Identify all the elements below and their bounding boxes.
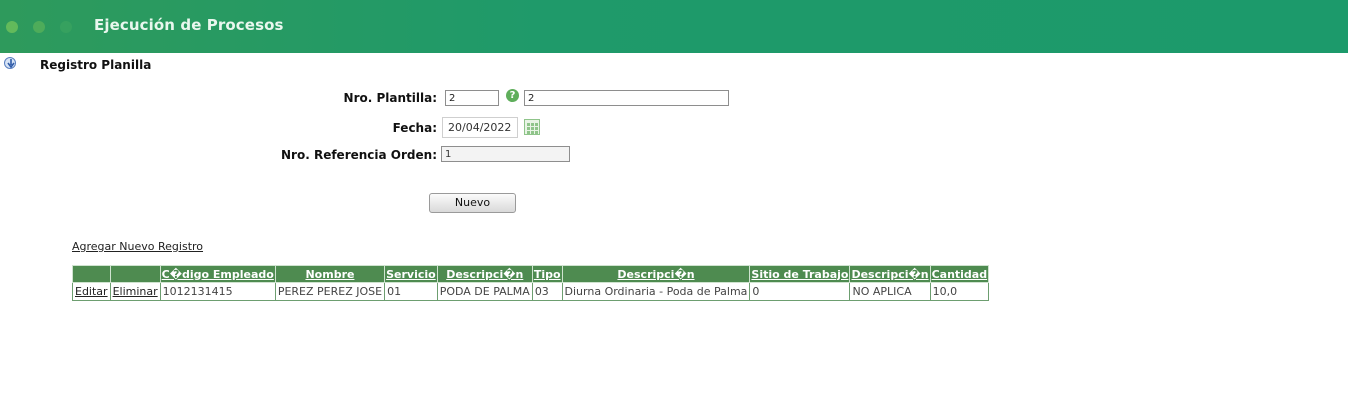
help-icon[interactable]: ? — [506, 89, 519, 102]
fecha-label: Fecha: — [392, 121, 437, 135]
add-record-link[interactable]: Agregar Nuevo Registro — [72, 240, 203, 253]
column-header-servicio[interactable]: Servicio — [384, 265, 438, 283]
cell-descripcion-sitio: NO APLICA — [849, 282, 931, 301]
collapse-arrow-icon[interactable] — [4, 57, 16, 69]
column-header-tipo[interactable]: Tipo — [531, 265, 563, 283]
window-dot-icon — [60, 21, 72, 33]
column-header — [109, 265, 161, 283]
table-header-row: C�digo Empleado Nombre Servicio Descripc… — [72, 265, 990, 283]
table-row: Editar Eliminar 1012131415 PEREZ PEREZ J… — [72, 282, 990, 301]
window-dot-icon — [33, 21, 45, 33]
cell-sitio: 0 — [749, 282, 851, 301]
column-header-cantidad[interactable]: Cantidad — [929, 265, 990, 283]
page-title: Ejecución de Procesos — [94, 16, 284, 34]
column-header — [72, 265, 111, 283]
cell-descripcion-tipo: Diurna Ordinaria - Poda de Palma — [561, 282, 751, 301]
cell-codigo: 1012131415 — [159, 282, 276, 301]
app-header: Ejecución de Procesos — [0, 0, 1348, 53]
column-header-nombre[interactable]: Nombre — [274, 265, 386, 283]
plantilla-label: Nro. Plantilla: — [343, 91, 437, 105]
referencia-label: Nro. Referencia Orden: — [281, 148, 437, 162]
column-header-descripcion-servicio[interactable]: Descripci�n — [436, 265, 533, 283]
cell-cantidad: 10,0 — [929, 282, 990, 301]
column-header-descripcion-sitio[interactable]: Descripci�n — [849, 265, 931, 283]
cell-nombre: PEREZ PEREZ JOSE — [274, 282, 386, 301]
edit-cell: Editar — [72, 282, 111, 301]
cell-descripcion-servicio: PODA DE PALMA — [436, 282, 533, 301]
cell-servicio: 01 — [384, 282, 438, 301]
records-table: C�digo Empleado Nombre Servicio Descripc… — [72, 265, 990, 301]
calendar-icon[interactable] — [524, 119, 540, 135]
column-header-sitio[interactable]: Sitio de Trabajo — [749, 265, 851, 283]
referencia-input[interactable] — [441, 146, 570, 162]
cell-tipo: 03 — [531, 282, 563, 301]
column-header-codigo[interactable]: C�digo Empleado — [159, 265, 276, 283]
fecha-input[interactable]: 20/04/2022 — [442, 117, 518, 138]
window-dot-icon — [6, 21, 18, 33]
delete-cell: Eliminar — [109, 282, 161, 301]
plantilla-description-input[interactable] — [524, 90, 729, 106]
section-title: Registro Planilla — [40, 58, 152, 72]
edit-link[interactable]: Editar — [75, 285, 108, 298]
plantilla-code-input[interactable] — [445, 90, 499, 106]
column-header-descripcion-tipo[interactable]: Descripci�n — [561, 265, 751, 283]
nuevo-button[interactable]: Nuevo — [429, 193, 516, 213]
delete-link[interactable]: Eliminar — [113, 285, 158, 298]
